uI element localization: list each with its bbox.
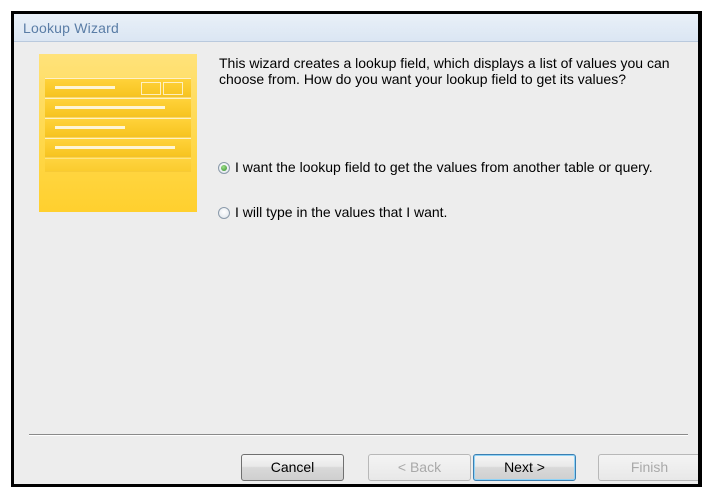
window-title: Lookup Wizard — [23, 20, 119, 36]
next-button[interactable]: Next > — [473, 454, 576, 481]
radio-type-values[interactable] — [218, 207, 230, 219]
lookup-wizard-dialog: Lookup Wizard This wizard creates a look… — [11, 11, 702, 487]
graphic-row — [45, 78, 191, 97]
finish-button[interactable]: Finish — [598, 454, 698, 481]
button-divider — [29, 434, 688, 436]
wizard-graphic — [39, 54, 197, 212]
graphic-row — [45, 118, 191, 137]
wizard-description: This wizard creates a lookup field, whic… — [219, 55, 670, 87]
option-from-table-label[interactable]: I want the lookup field to get the value… — [235, 159, 685, 175]
graphic-row — [45, 158, 191, 172]
graphic-row — [45, 98, 191, 117]
cancel-button[interactable]: Cancel — [241, 454, 344, 481]
back-button[interactable]: < Back — [368, 454, 471, 481]
radio-from-table[interactable] — [218, 162, 230, 174]
radio-selected-dot — [221, 165, 227, 171]
graphic-row — [45, 138, 191, 157]
title-bar[interactable]: Lookup Wizard — [14, 14, 698, 42]
option-type-values-label[interactable]: I will type in the values that I want. — [235, 204, 447, 220]
